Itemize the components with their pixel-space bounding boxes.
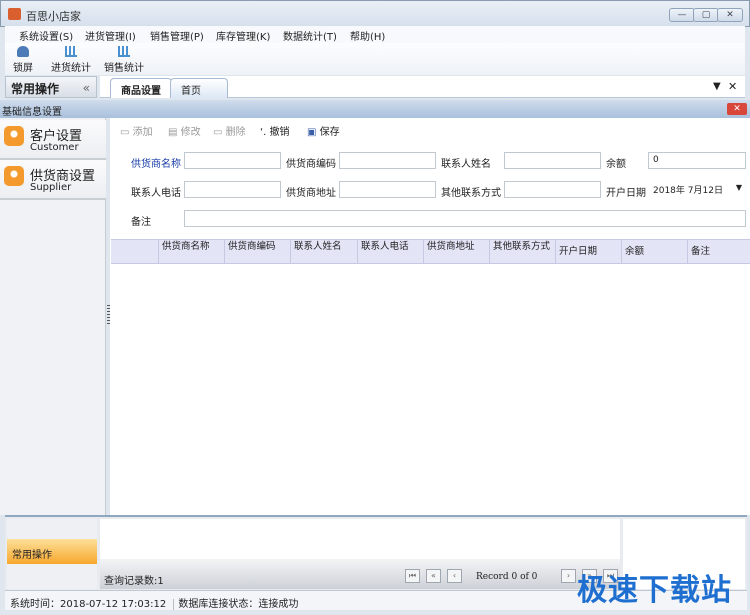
collapse-button[interactable]: « (83, 81, 90, 95)
balance-label: 余额 (606, 159, 626, 170)
column-header[interactable]: 其他联系方式 (489, 240, 555, 264)
save-label: 保存 (319, 127, 340, 138)
nav-item-supplier[interactable]: 供货商设置 Supplier (0, 160, 106, 200)
column-header[interactable]: 供货商地址 (423, 240, 489, 264)
menu-statistics[interactable]: 数据统计(T) (283, 28, 337, 43)
tab-product-settings[interactable]: 商品设置 (110, 78, 172, 98)
chevron-down-icon[interactable]: ▼ (736, 183, 742, 192)
left-nav: 客户设置 Customer 供货商设置 Supplier (0, 118, 106, 515)
tab-dropdown-icon[interactable]: ▼ (713, 81, 721, 92)
column-header[interactable]: 余额 (621, 240, 687, 264)
left-panel-header: 常用操作 « (5, 76, 97, 98)
delete-button[interactable]: ▭ 删除 (213, 123, 246, 138)
watermark: 极速下载站 (577, 573, 732, 608)
section-title: 基础信息设置 (2, 107, 62, 118)
undo-button[interactable]: ‘. 撤销 (260, 123, 290, 138)
menu-inventory[interactable]: 库存管理(K) (216, 28, 270, 43)
sales-stats-button[interactable]: 销售统计 (104, 46, 144, 74)
column-header[interactable]: 供货商编码 (224, 240, 290, 264)
open-date-value: 2018年 7月12日 (653, 186, 723, 196)
lock-screen-label: 锁屏 (13, 63, 33, 74)
other-contact-input[interactable] (504, 181, 601, 198)
delete-label: 删除 (225, 127, 246, 138)
title-bar: 百思小店家 — ▢ ✕ (0, 0, 750, 27)
menu-system[interactable]: 系统设置(S) (19, 28, 73, 43)
purchase-stats-label: 进货统计 (51, 63, 91, 74)
nav-subtitle: Supplier (30, 182, 72, 193)
record-navigator: 查询记录数:1 ⏮ « ‹ Record 0 of 0 › » ⏭ (100, 559, 620, 589)
record-position: Record 0 of 0 (476, 572, 538, 582)
open-date-label: 开户日期 (606, 188, 646, 199)
supplier-address-label: 供货商地址 (286, 188, 336, 199)
menu-help[interactable]: 帮助(H) (350, 28, 385, 43)
column-header[interactable]: 供货商名称 (158, 240, 224, 264)
edit-button[interactable]: ▤ 修改 (168, 123, 201, 138)
nav-item-customer[interactable]: 客户设置 Customer (0, 120, 106, 160)
supplier-name-input[interactable] (184, 152, 281, 169)
tab-close-icon[interactable]: ✕ (728, 80, 737, 93)
add-label: 添加 (132, 127, 153, 138)
balance-input[interactable]: 0 (648, 152, 746, 169)
grid-header: 供货商名称 供货商编码 联系人姓名 联系人电话 供货商地址 其他联系方式 开户日… (111, 239, 750, 264)
column-header[interactable]: 备注 (687, 240, 750, 264)
supplier-name-label: 供货商名称 (131, 159, 181, 170)
tab-home[interactable]: 首页 (170, 78, 228, 98)
menu-purchase[interactable]: 进货管理(I) (85, 28, 136, 43)
undo-label: 撤销 (269, 127, 290, 138)
action-toolbar: ▭ 添加 ▤ 修改 ▭ 删除 ‘. 撤销 ▣ 保存 (110, 120, 750, 138)
sales-stats-label: 销售统计 (104, 63, 144, 74)
save-icon: ▣ (307, 127, 317, 138)
lock-screen-button[interactable]: 锁屏 (13, 46, 33, 74)
close-button[interactable]: ✕ (717, 8, 743, 22)
contact-name-label: 联系人姓名 (441, 159, 491, 170)
purchase-stats-button[interactable]: 进货统计 (51, 46, 91, 74)
window-title: 百思小店家 (26, 10, 81, 23)
bottom-content (100, 519, 620, 559)
minimize-button[interactable]: — (669, 8, 695, 22)
contact-name-input[interactable] (504, 152, 601, 169)
bar-chart-icon (65, 46, 77, 57)
app-icon (8, 8, 21, 20)
record-count: 查询记录数:1 (104, 576, 164, 587)
supplier-code-input[interactable] (339, 152, 436, 169)
db-status: 数据库连接状态：连接成功 (173, 599, 299, 610)
lock-user-icon (17, 46, 29, 57)
tab-strip: 商品设置 首页 ▼ ✕ (100, 76, 745, 98)
other-contact-label: 其他联系方式 (441, 188, 501, 199)
first-record-button[interactable]: ⏮ (405, 569, 420, 583)
prev-record-button[interactable]: ‹ (447, 569, 462, 583)
nav-subtitle: Customer (30, 142, 79, 153)
remark-input[interactable] (184, 210, 746, 227)
column-header[interactable]: 开户日期 (555, 240, 621, 264)
bar-chart-icon (118, 46, 130, 57)
maximize-button[interactable]: ▢ (693, 8, 719, 22)
left-panel-title: 常用操作 (11, 82, 60, 96)
add-button[interactable]: ▭ 添加 (120, 123, 153, 138)
system-time: 系统时间：2018-07-12 17:03:12 (10, 599, 167, 610)
edit-label: 修改 (180, 127, 201, 138)
user-icon (4, 166, 24, 186)
remark-label: 备注 (131, 217, 151, 228)
save-button[interactable]: ▣ 保存 (307, 123, 340, 138)
contact-phone-input[interactable] (184, 181, 281, 198)
menu-bar: 系统设置(S) 进货管理(I) 销售管理(P) 库存管理(K) 数据统计(T) … (5, 26, 745, 43)
supplier-address-input[interactable] (339, 181, 436, 198)
section-close-button[interactable]: ✕ (727, 103, 747, 115)
section-header: 基础信息设置 (0, 100, 750, 118)
supplier-code-label: 供货商编码 (286, 159, 336, 170)
main-panel: ▭ 添加 ▤ 修改 ▭ 删除 ‘. 撤销 ▣ 保存 供货商名称 供货商编码 联系… (110, 118, 750, 515)
contact-phone-label: 联系人电话 (131, 188, 181, 199)
common-operations-button[interactable]: 常用操作 (7, 539, 97, 564)
column-header[interactable]: 联系人电话 (357, 240, 423, 264)
column-header[interactable]: 联系人姓名 (290, 240, 357, 264)
prev-page-button[interactable]: « (426, 569, 441, 583)
next-record-button[interactable]: › (561, 569, 576, 583)
user-icon (4, 126, 24, 146)
open-date-picker[interactable]: 2018年 7月12日 ▼ (648, 180, 746, 197)
toolbar: 锁屏 进货统计 销售统计 (5, 43, 745, 75)
menu-sales[interactable]: 销售管理(P) (150, 28, 204, 43)
